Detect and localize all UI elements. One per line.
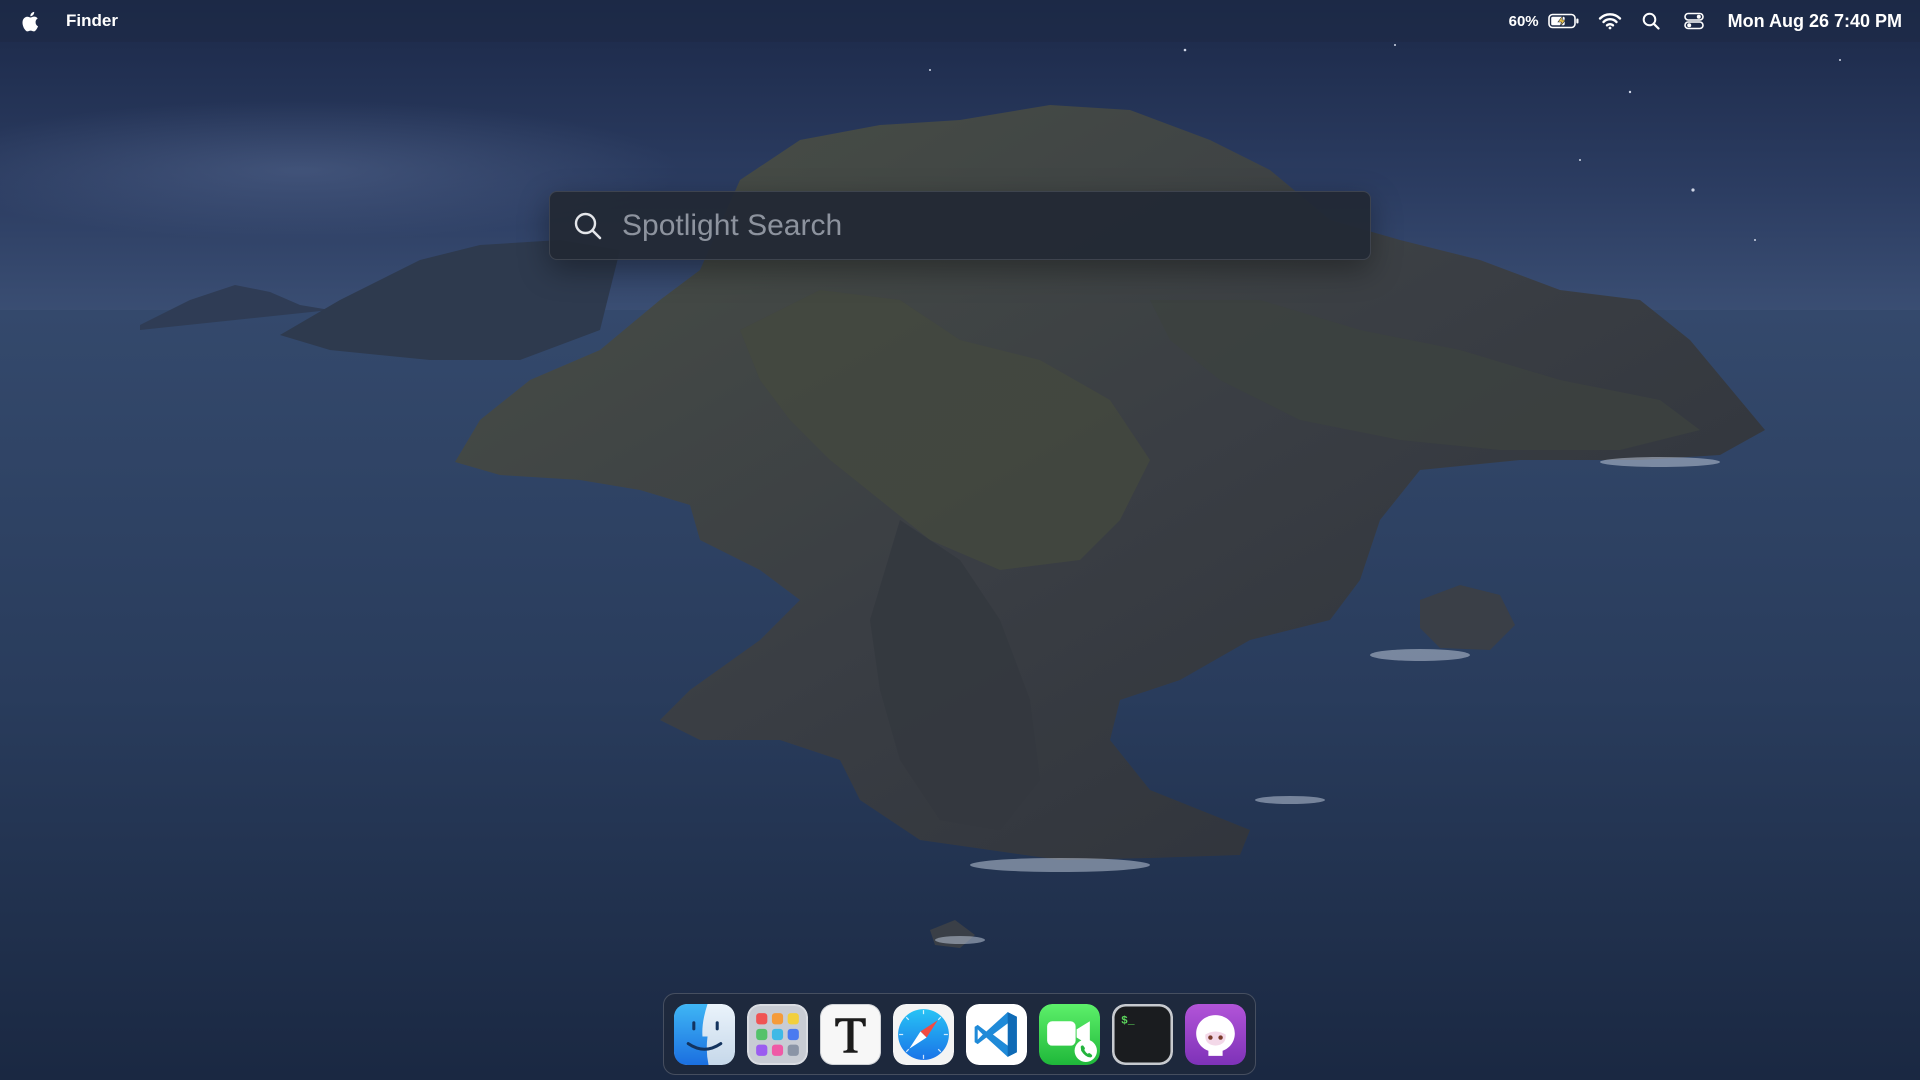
github-icon: [1184, 1003, 1246, 1065]
battery-charging-icon[interactable]: [1547, 13, 1580, 29]
wifi-icon[interactable]: [1598, 12, 1622, 30]
menu-bar-status: 60% Mon Aug 26 7:40 PM: [1509, 0, 1920, 42]
active-app-name[interactable]: Finder: [66, 11, 118, 31]
dock-item-terminal[interactable]: $_: [1111, 1003, 1173, 1065]
safari-icon: [892, 1003, 954, 1065]
menu-bar-left: Finder: [0, 0, 118, 42]
terminal-icon: $_: [1111, 1003, 1173, 1065]
desktop-wallpaper: [0, 0, 1920, 1080]
dock-item-finder[interactable]: [673, 1003, 735, 1065]
dock-item-safari[interactable]: [892, 1003, 954, 1065]
dock-item-vscode[interactable]: [965, 1003, 1027, 1065]
search-icon[interactable]: [1642, 12, 1660, 30]
search-icon: [572, 210, 604, 242]
finder-icon: [673, 1003, 735, 1065]
launchpad-icon: [746, 1003, 808, 1065]
dock-item-launchpad[interactable]: [746, 1003, 808, 1065]
control-center-icon[interactable]: [1683, 12, 1704, 30]
facetime-icon: [1038, 1003, 1100, 1065]
battery-percent: 60%: [1508, 12, 1539, 30]
menu-bar: Finder 60% Mon Aug 26 7:40 PM: [0, 0, 1920, 42]
dock-item-typora[interactable]: [819, 1003, 881, 1065]
spotlight-search-input[interactable]: [622, 192, 1370, 259]
dock-item-github[interactable]: [1184, 1003, 1246, 1065]
wallpaper-landscape: [0, 0, 1920, 1080]
spotlight-search-bar[interactable]: [549, 191, 1371, 260]
svg-text:$_: $_: [1121, 1015, 1135, 1027]
dock: $_: [663, 993, 1256, 1075]
dock-item-facetime[interactable]: [1038, 1003, 1100, 1065]
vscode-icon: [965, 1003, 1027, 1065]
menu-bar-clock[interactable]: Mon Aug 26 7:40 PM: [1728, 11, 1902, 32]
typora-icon: [819, 1003, 881, 1065]
apple-logo-icon[interactable]: [20, 10, 40, 32]
